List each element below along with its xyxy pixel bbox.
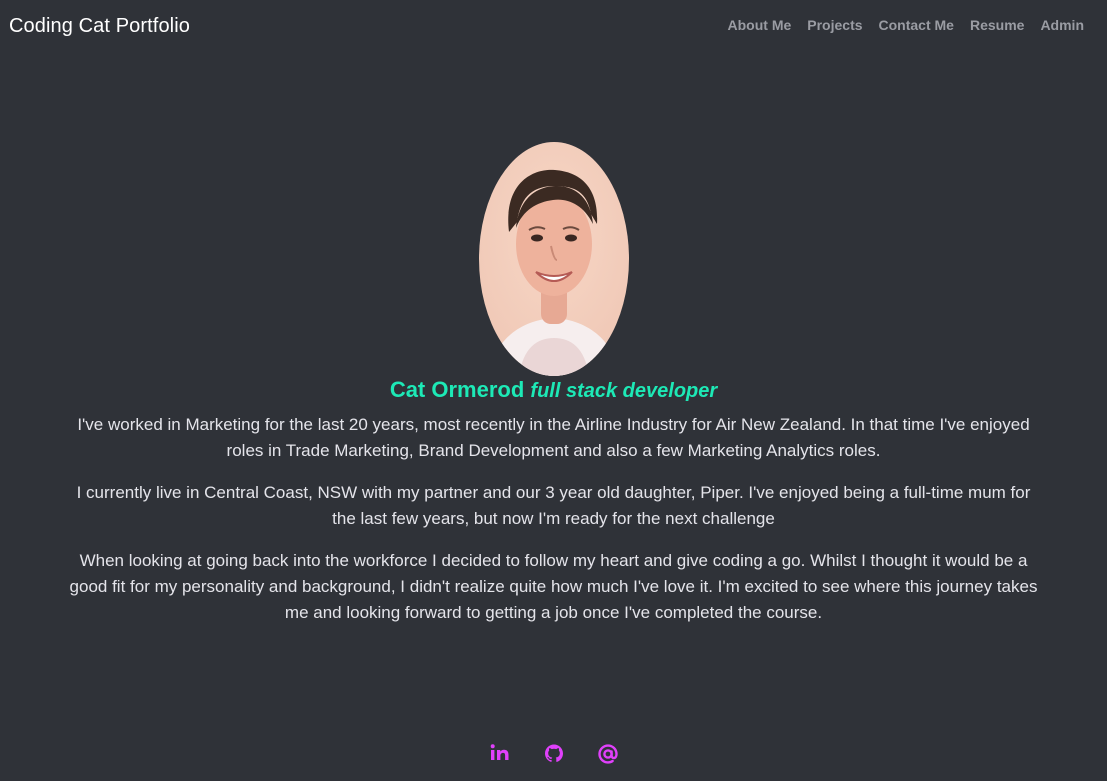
bio-paragraph: I currently live in Central Coast, NSW w…	[76, 483, 1031, 528]
social-links	[0, 740, 1107, 768]
profile-role: full stack developer	[530, 380, 718, 402]
nav-link-admin[interactable]: Admin	[1040, 17, 1084, 33]
nav-link-resume[interactable]: Resume	[970, 17, 1024, 33]
profile-heading: Cat Ormerod full stack developer	[0, 377, 1107, 404]
email-icon	[597, 744, 618, 764]
nav-links: About Me Projects Contact Me Resume Admi…	[728, 17, 1085, 33]
linkedin-link[interactable]	[488, 740, 512, 768]
about-section: Cat Ormerod full stack developer I've wo…	[0, 142, 1107, 642]
nav-link-projects[interactable]: Projects	[807, 17, 862, 33]
navbar: Coding Cat Portfolio About Me Projects C…	[0, 0, 1107, 54]
nav-link-about-me[interactable]: About Me	[728, 17, 792, 33]
bio-paragraph: When looking at going back into the work…	[69, 551, 1038, 622]
github-icon	[544, 744, 563, 762]
profile-name: Cat Ormerod	[389, 377, 525, 402]
profile-photo	[478, 142, 629, 376]
nav-link-contact-me[interactable]: Contact Me	[879, 17, 954, 33]
github-link[interactable]	[542, 740, 566, 768]
linkedin-icon	[490, 744, 508, 760]
bio-paragraph: I've worked in Marketing for the last 20…	[77, 415, 1030, 460]
bio-text: I've worked in Marketing for the last 20…	[64, 412, 1044, 626]
brand-link[interactable]: Coding Cat Portfolio	[9, 15, 190, 38]
email-link[interactable]	[596, 740, 620, 768]
